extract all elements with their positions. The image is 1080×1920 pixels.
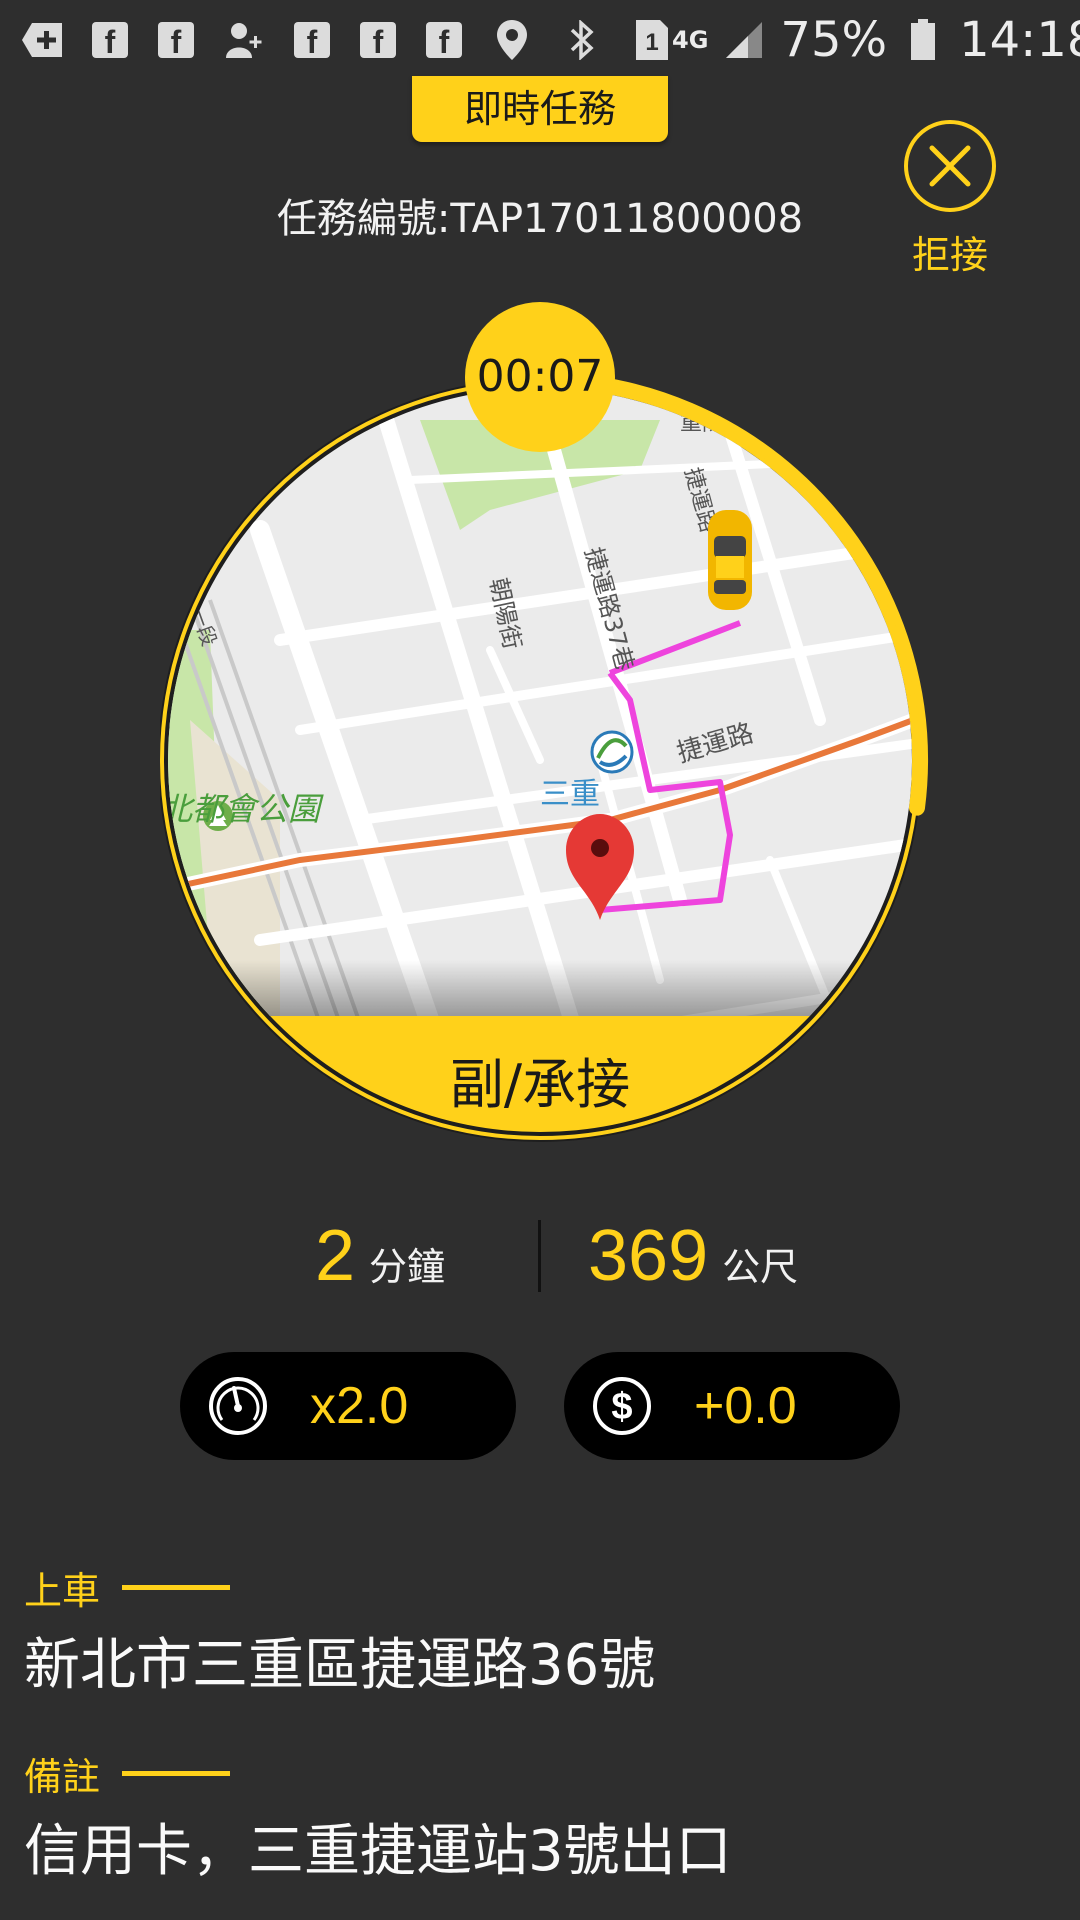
svg-text:1: 1 xyxy=(645,29,658,56)
add-icon xyxy=(22,20,62,60)
minutes-value: 2 xyxy=(315,1216,356,1296)
pickup-label-line xyxy=(122,1585,231,1590)
eta-minutes: 2 分鐘 xyxy=(315,1215,445,1297)
bluetooth-icon xyxy=(562,20,602,60)
reject-button[interactable]: 拒接 xyxy=(895,120,1005,279)
add-contact-icon xyxy=(224,20,264,60)
reject-label: 拒接 xyxy=(911,233,988,277)
fare-multiplier-value: x2.0 xyxy=(310,1377,409,1435)
speedometer-icon xyxy=(209,1377,267,1435)
minutes-unit: 分鐘 xyxy=(369,1245,446,1289)
svg-text:$: $ xyxy=(611,1386,632,1428)
stats-divider xyxy=(538,1220,541,1292)
signal-icon xyxy=(724,20,764,60)
battery-icon xyxy=(903,19,943,60)
clock: 14:18 xyxy=(959,12,1080,68)
dollar-icon: $ xyxy=(593,1377,651,1435)
note-text: 信用卡，三重捷運站3號出口 xyxy=(24,1819,732,1884)
meters-unit: 公尺 xyxy=(722,1245,799,1289)
status-bar: f f f f f 1 4G 75% 14:18 xyxy=(0,0,1080,80)
facebook-icon: f xyxy=(294,22,330,60)
close-icon xyxy=(904,120,996,212)
pickup-label: 上車 xyxy=(24,1560,231,1615)
station-label: 三重 xyxy=(540,777,600,812)
network-type: 4G xyxy=(672,26,709,54)
tip-amount-value: +0.0 xyxy=(694,1377,797,1435)
accept-button-label[interactable]: 副/承接 xyxy=(380,1040,700,1119)
fare-multiplier-pill: x2.0 xyxy=(180,1352,516,1460)
facebook-icon: f xyxy=(158,22,194,60)
pickup-address: 新北市三重區捷運路36號 xyxy=(24,1633,656,1698)
note-label: 備註 xyxy=(24,1746,231,1801)
taxi-car-icon xyxy=(708,510,752,610)
note-label-line xyxy=(122,1771,231,1776)
pickup-label-text: 上車 xyxy=(24,1569,101,1613)
tip-amount-pill: $ +0.0 xyxy=(564,1352,900,1460)
eta-distance: 369 公尺 xyxy=(588,1215,798,1297)
sim-icon: 1 xyxy=(632,20,672,60)
eta-stats: 2 分鐘 369 公尺 xyxy=(0,1215,1080,1297)
location-icon xyxy=(492,20,532,60)
facebook-icon: f xyxy=(92,22,128,60)
countdown-timer: 00:07 xyxy=(465,302,615,452)
metro-station-icon xyxy=(590,730,634,774)
battery-percent: 75% xyxy=(780,12,888,68)
note-label-text: 備註 xyxy=(24,1755,101,1799)
meters-value: 369 xyxy=(588,1216,709,1296)
facebook-icon: f xyxy=(426,22,462,60)
task-type-tag: 即時任務 xyxy=(412,76,668,142)
park-label: 北都會公園 xyxy=(160,790,324,828)
facebook-icon: f xyxy=(360,22,396,60)
